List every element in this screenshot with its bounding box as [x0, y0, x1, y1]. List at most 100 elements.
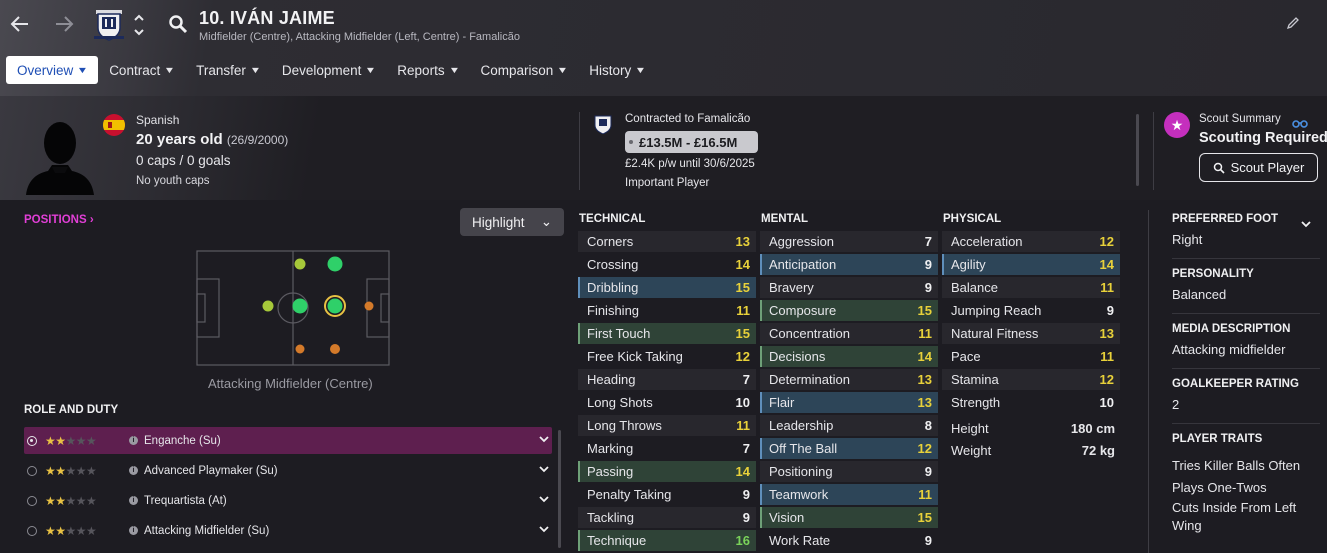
sidebar-separator: [1172, 368, 1320, 369]
attribute-row[interactable]: First Touch 15: [578, 323, 756, 344]
attribute-value: 11: [1100, 349, 1114, 364]
attribute-row[interactable]: Concentration 11: [760, 323, 938, 344]
header-scrollbar[interactable]: [1136, 114, 1139, 186]
attribute-row[interactable]: Stamina 12: [942, 369, 1120, 390]
attribute-row[interactable]: Composure 15: [760, 300, 938, 321]
highlight-dropdown[interactable]: Highlight ⌄: [460, 208, 564, 236]
attribute-row[interactable]: Long Throws 11: [578, 415, 756, 436]
player-trait: Tries Killer Balls Often: [1172, 458, 1301, 473]
attribute-row[interactable]: Agility 14: [942, 254, 1120, 275]
attribute-name: Off The Ball: [769, 441, 838, 456]
attribute-row[interactable]: Technique 16: [578, 530, 756, 551]
attribute-row[interactable]: Strength 10: [942, 392, 1120, 413]
positions-link[interactable]: POSITIONS ›: [24, 214, 94, 226]
chevron-down-icon[interactable]: [538, 493, 550, 505]
attribute-name: Work Rate: [769, 533, 831, 548]
attribute-row[interactable]: Leadership 8: [760, 415, 938, 436]
role-row[interactable]: ★★★★★ i Advanced Playmaker (Su): [24, 457, 552, 484]
attribute-row[interactable]: Heading 7: [578, 369, 756, 390]
sidebar-separator: [1172, 258, 1320, 259]
attribute-row[interactable]: Teamwork 11: [760, 484, 938, 505]
position-dot: [364, 301, 374, 311]
chevron-down-icon: ▼: [634, 65, 647, 75]
player-trait: Cuts Inside From Left Wing: [1172, 500, 1297, 533]
attribute-row[interactable]: Anticipation 9: [760, 254, 938, 275]
attribute-row[interactable]: Dribbling 15: [578, 277, 756, 298]
chevron-down-icon: ▼: [556, 65, 569, 75]
scout-player-button[interactable]: Scout Player: [1199, 153, 1318, 182]
chevron-down-icon: ▼: [365, 65, 377, 75]
attribute-row[interactable]: Crossing 14: [578, 254, 756, 275]
tab-label: Reports: [397, 62, 445, 78]
chevron-down-icon[interactable]: [1300, 218, 1312, 230]
attribute-row[interactable]: Corners 13: [578, 231, 756, 252]
info-icon[interactable]: i: [129, 466, 138, 475]
attribute-value: 7: [742, 372, 750, 387]
attribute-row[interactable]: Finishing 11: [578, 300, 756, 321]
attribute-row[interactable]: Tackling 9: [578, 507, 756, 528]
attribute-row[interactable]: Long Shots 10: [578, 392, 756, 413]
tab-comparison[interactable]: Comparison ▼: [470, 56, 579, 84]
attribute-row[interactable]: Penalty Taking 9: [578, 484, 756, 505]
player-switch-icon[interactable]: [133, 11, 145, 39]
tab-history[interactable]: History ▼: [578, 56, 656, 84]
attribute-name: Corners: [587, 234, 634, 249]
chevron-down-icon[interactable]: [538, 523, 550, 535]
tab-development[interactable]: Development ▼: [271, 56, 386, 84]
role-radio[interactable]: [27, 525, 37, 536]
role-row[interactable]: ★★★★★ i Enganche (Su): [24, 427, 552, 454]
forward-arrow-icon[interactable]: [52, 12, 76, 36]
role-radio[interactable]: [27, 435, 37, 446]
tab-label: History: [589, 62, 632, 78]
position-dot: [330, 344, 340, 354]
attribute-row[interactable]: Aggression 7: [760, 231, 938, 252]
attribute-row[interactable]: Pace 11: [942, 346, 1120, 367]
attribute-row[interactable]: Natural Fitness 13: [942, 323, 1120, 344]
search-icon[interactable]: [168, 14, 188, 34]
attribute-row[interactable]: Determination 13: [760, 369, 938, 390]
attribute-value: 14: [735, 464, 750, 479]
role-radio[interactable]: [27, 465, 37, 476]
roles-scrollbar[interactable]: [558, 430, 561, 548]
attribute-value: 9: [742, 487, 750, 502]
attribute-name: Agility: [951, 257, 986, 272]
tab-overview[interactable]: Overview ▼: [6, 56, 99, 84]
attribute-row[interactable]: Positioning 9: [760, 461, 938, 482]
preferred-foot-label: PREFERRED FOOT: [1172, 213, 1279, 225]
chevron-down-icon: ▼: [249, 65, 262, 75]
attribute-name: Crossing: [587, 257, 639, 272]
tab-transfer[interactable]: Transfer ▼: [185, 56, 271, 84]
role-row[interactable]: ★★★★★ i Trequartista (At): [24, 487, 552, 514]
info-icon[interactable]: i: [129, 526, 138, 535]
role-radio[interactable]: [27, 495, 37, 506]
role-row[interactable]: ★★★★★ i Attacking Midfielder (Su): [24, 517, 552, 544]
attribute-row[interactable]: Flair 13: [760, 392, 938, 413]
chevron-down-icon[interactable]: [538, 463, 550, 475]
attribute-row[interactable]: Off The Ball 12: [760, 438, 938, 459]
attribute-row[interactable]: Decisions 14: [760, 346, 938, 367]
attribute-value: 15: [917, 303, 932, 318]
attribute-row[interactable]: Acceleration 12: [942, 231, 1120, 252]
transfer-value-badge[interactable]: £13.5M - £16.5M: [625, 131, 758, 153]
star-icon: ★: [1164, 112, 1190, 138]
attribute-row[interactable]: Marking 7: [578, 438, 756, 459]
attribute-value: 14: [735, 257, 750, 272]
attribute-value: 11: [736, 418, 750, 433]
back-arrow-icon[interactable]: [8, 12, 32, 36]
binoculars-icon[interactable]: [1292, 115, 1308, 128]
attribute-row[interactable]: Balance 11: [942, 277, 1120, 298]
info-icon[interactable]: i: [129, 436, 138, 445]
attribute-row[interactable]: Free Kick Taking 12: [578, 346, 756, 367]
attribute-row[interactable]: Passing 14: [578, 461, 756, 482]
attribute-row[interactable]: Bravery 9: [760, 277, 938, 298]
attribute-name: Penalty Taking: [587, 487, 672, 502]
chevron-down-icon[interactable]: [538, 433, 550, 445]
attribute-row[interactable]: Work Rate 9: [760, 530, 938, 551]
tab-contract[interactable]: Contract ▼: [98, 56, 185, 84]
attribute-row[interactable]: Jumping Reach 9: [942, 300, 1120, 321]
attribute-row[interactable]: Vision 15: [760, 507, 938, 528]
info-icon[interactable]: i: [129, 496, 138, 505]
attribute-name: Marking: [587, 441, 634, 456]
edit-pencil-icon[interactable]: [1286, 16, 1300, 30]
tab-reports[interactable]: Reports ▼: [386, 56, 469, 84]
